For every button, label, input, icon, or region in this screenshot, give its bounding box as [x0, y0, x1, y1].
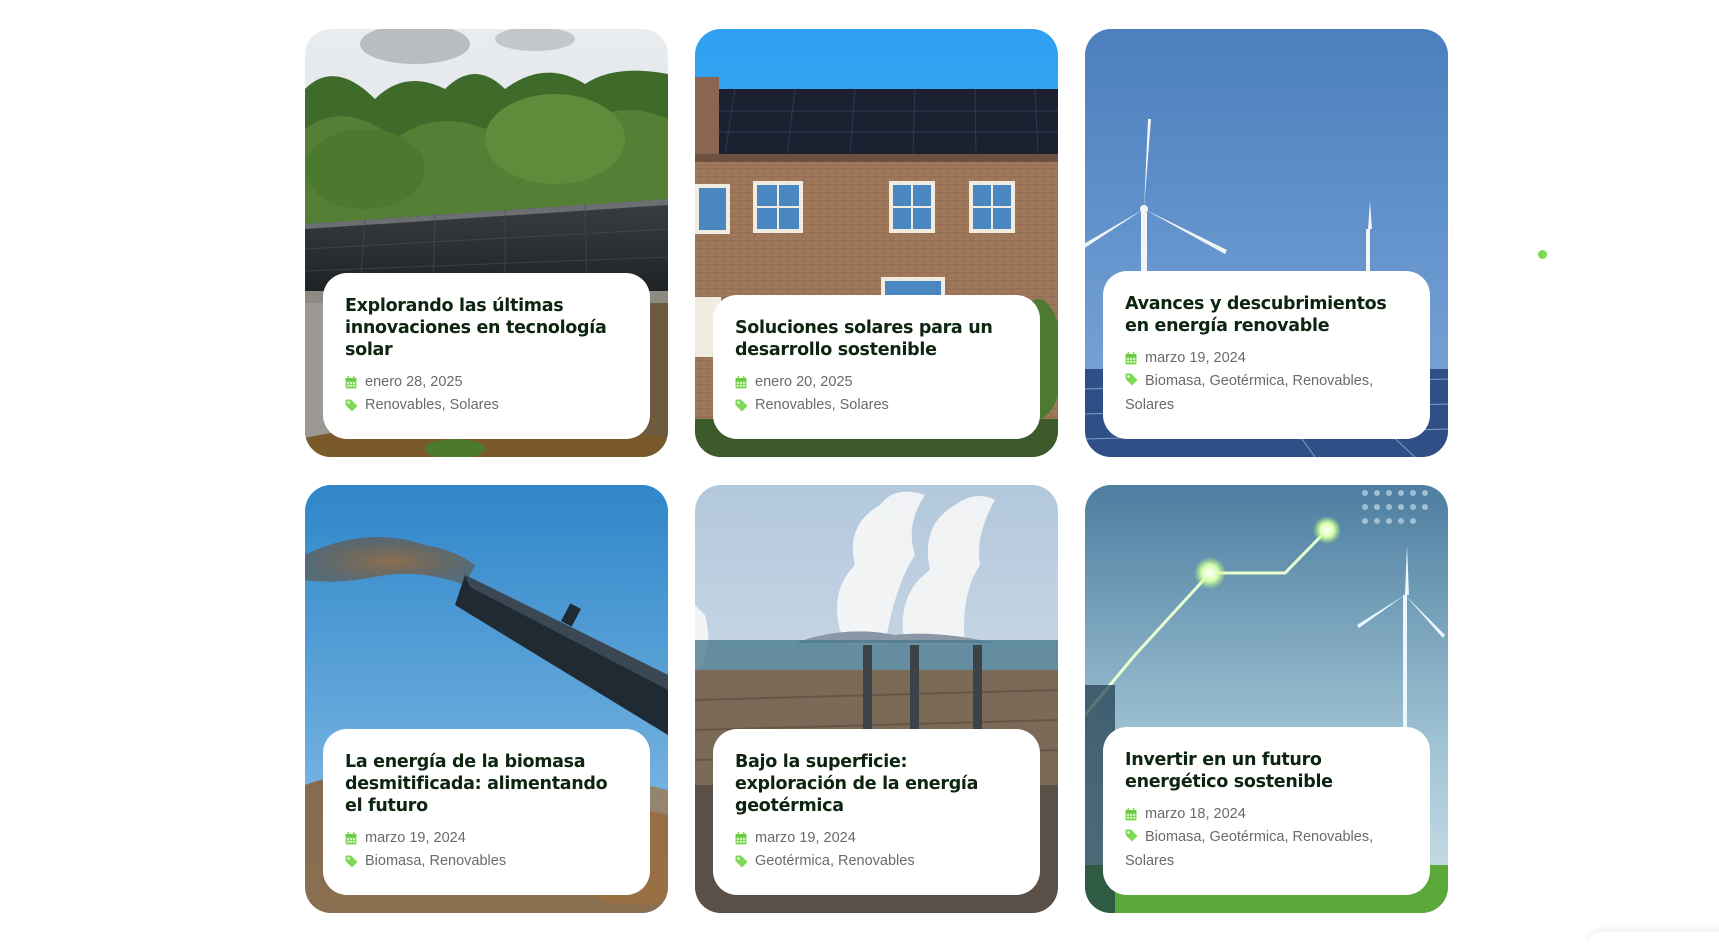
post-card[interactable]: Explorando las últimas innovaciones en t…: [305, 29, 668, 457]
floating-widget-edge[interactable]: [1589, 932, 1719, 944]
post-date: marzo 19, 2024: [345, 827, 628, 850]
calendar-icon: [1125, 347, 1145, 370]
tag-icon: [1125, 827, 1145, 850]
post-card[interactable]: Bajo la superficie: exploración de la en…: [695, 485, 1058, 913]
post-date-text: enero 28, 2025: [365, 374, 463, 390]
decorative-dot: [1538, 250, 1547, 259]
category-link[interactable]: Renovables: [365, 397, 442, 413]
post-categories: Biomasa, Renovables: [345, 850, 628, 873]
post-categories: Biomasa, Geotérmica, Renovables, Solares: [1125, 827, 1374, 869]
post-card[interactable]: Invertir en un futuro energético sosteni…: [1085, 485, 1448, 913]
post-date: marzo 19, 2024: [735, 827, 1018, 850]
calendar-icon: [345, 827, 365, 850]
post-categories: Renovables, Solares: [735, 394, 1018, 417]
post-card[interactable]: Avances y descubrimientos en energía ren…: [1085, 29, 1448, 457]
post-date-text: marzo 19, 2024: [365, 830, 466, 846]
tag-icon: [345, 394, 365, 417]
tag-icon: [345, 850, 365, 873]
post-categories: Renovables, Solares: [345, 394, 628, 417]
tag-icon: [735, 394, 755, 417]
post-categories: Geotérmica, Renovables: [735, 850, 1018, 873]
category-link[interactable]: Solares: [1125, 853, 1174, 869]
post-info: Bajo la superficie: exploración de la en…: [713, 729, 1040, 895]
post-title[interactable]: Bajo la superficie: exploración de la en…: [735, 751, 1018, 817]
category-link[interactable]: Biomasa: [1145, 829, 1201, 845]
category-link[interactable]: Renovables: [1293, 373, 1370, 389]
post-date: marzo 19, 2024: [1125, 347, 1408, 370]
post-info: Avances y descubrimientos en energía ren…: [1103, 271, 1430, 439]
category-link[interactable]: Renovables: [755, 397, 832, 413]
calendar-icon: [735, 371, 755, 394]
post-date: enero 20, 2025: [735, 371, 1018, 394]
blog-posts-grid: Explorando las últimas innovaciones en t…: [305, 29, 1448, 913]
post-categories: Biomasa, Geotérmica, Renovables, Solares: [1125, 371, 1374, 413]
post-date-text: marzo 18, 2024: [1145, 806, 1246, 822]
category-link[interactable]: Solares: [450, 397, 499, 413]
post-title[interactable]: Invertir en un futuro energético sosteni…: [1125, 749, 1408, 793]
category-link[interactable]: Geotérmica: [1209, 373, 1284, 389]
category-link[interactable]: Renovables: [1293, 829, 1370, 845]
category-link[interactable]: Solares: [1125, 397, 1174, 413]
post-info: La energía de la biomasa desmitificada: …: [323, 729, 650, 895]
tag-icon: [1125, 371, 1145, 394]
category-link[interactable]: Geotérmica: [755, 853, 830, 869]
category-link[interactable]: Biomasa: [365, 853, 421, 869]
category-link[interactable]: Renovables: [429, 853, 506, 869]
post-title[interactable]: La energía de la biomasa desmitificada: …: [345, 751, 628, 817]
category-link[interactable]: Solares: [840, 397, 889, 413]
post-date-text: enero 20, 2025: [755, 374, 853, 390]
category-link[interactable]: Geotérmica: [1209, 829, 1284, 845]
post-title[interactable]: Soluciones solares para un desarrollo so…: [735, 317, 1018, 361]
post-title[interactable]: Explorando las últimas innovaciones en t…: [345, 295, 628, 361]
category-link[interactable]: Renovables: [838, 853, 915, 869]
post-info: Soluciones solares para un desarrollo so…: [713, 295, 1040, 439]
post-info: Invertir en un futuro energético sosteni…: [1103, 727, 1430, 895]
post-date: marzo 18, 2024: [1125, 803, 1408, 826]
category-link[interactable]: Biomasa: [1145, 373, 1201, 389]
tag-icon: [735, 850, 755, 873]
calendar-icon: [1125, 803, 1145, 826]
post-date-text: marzo 19, 2024: [1145, 350, 1246, 366]
calendar-icon: [735, 827, 755, 850]
post-date: enero 28, 2025: [345, 371, 628, 394]
post-date-text: marzo 19, 2024: [755, 830, 856, 846]
post-title[interactable]: Avances y descubrimientos en energía ren…: [1125, 293, 1408, 337]
calendar-icon: [345, 371, 365, 394]
post-info: Explorando las últimas innovaciones en t…: [323, 273, 650, 439]
post-card[interactable]: Soluciones solares para un desarrollo so…: [695, 29, 1058, 457]
post-card[interactable]: La energía de la biomasa desmitificada: …: [305, 485, 668, 913]
